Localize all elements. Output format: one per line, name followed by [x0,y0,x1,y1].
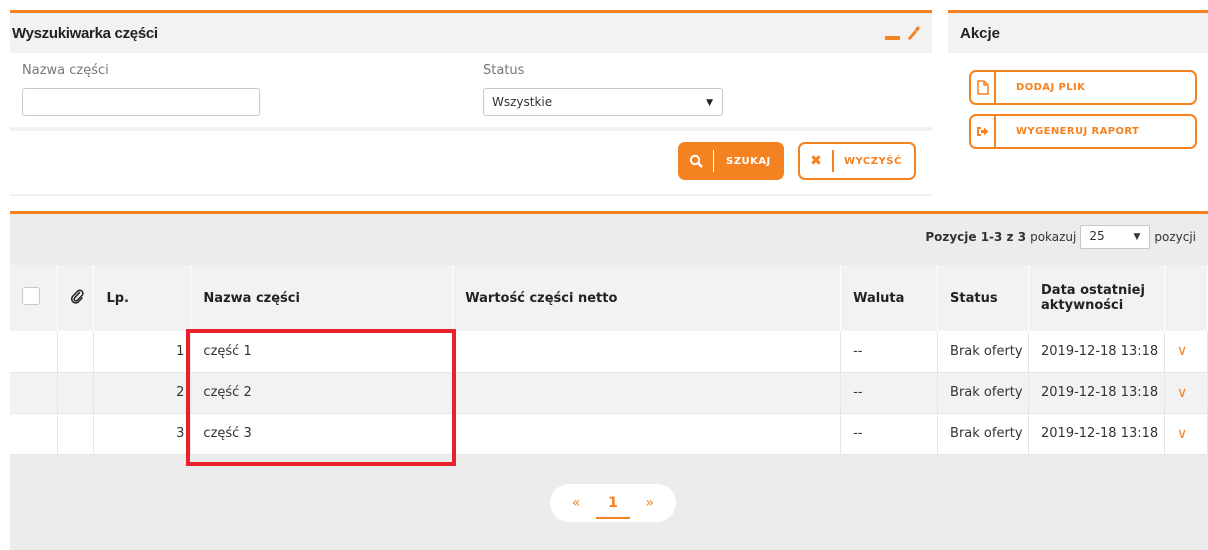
row-name: część 3 [190,413,454,455]
next-page-link[interactable]: » [646,495,655,511]
chevron-down-icon[interactable]: ∨ [1177,343,1187,359]
row-name: część 1 [190,331,454,373]
col-currency[interactable]: Waluta [840,265,939,331]
results-toolbar: Pozycje 1-3 z 3 pokazuj 25 ▼ pozycji [10,214,1208,262]
page-size-select[interactable]: 25 ▼ [1080,225,1151,249]
row-select-cell [10,331,59,373]
search-panel: Wyszukiwarka części Nazwa części Status … [10,10,932,196]
search-buttons: SZUKAJ ✖ WYCZYŚĆ [10,131,932,194]
status-field-label: Status [483,63,525,78]
actions-header: Akcje [948,13,1208,53]
row-value [452,413,842,455]
row-select-cell [10,413,59,455]
row-last-activity: 2019-12-18 13:18 [1028,413,1165,455]
current-page[interactable]: 1 [596,495,630,519]
caret-down-icon: ▼ [706,98,713,108]
search-fields: Nazwa części Status Wszystkie ▼ [10,53,932,127]
select-all-checkbox[interactable] [22,287,40,305]
col-last-activity[interactable]: Data ostatniej aktywności [1028,265,1165,331]
row-lp: 2 [93,372,192,414]
col-name[interactable]: Nazwa części [190,265,454,331]
show-label: pokazuj [1030,230,1077,244]
row-currency: -- [840,331,939,373]
select-all-cell [10,265,59,331]
add-file-button[interactable]: DODAJ PLIK [969,70,1197,105]
row-expand[interactable]: ∨ [1164,331,1208,373]
row-expand[interactable]: ∨ [1164,413,1208,455]
row-attachment-cell [57,372,95,414]
row-currency: -- [840,372,939,414]
name-field-label: Nazwa części [22,63,109,78]
clear-button-label: WYCZYŚĆ [844,155,902,167]
row-status: Brak oferty [937,413,1029,455]
results-range: Pozycje 1-3 z 3 [925,230,1027,244]
chevron-down-icon[interactable]: ∨ [1177,385,1187,401]
minimize-icon[interactable] [885,36,900,40]
row-attachment-cell [57,331,95,373]
wrench-icon[interactable] [906,25,920,41]
table-row[interactable]: 1 część 1 -- Brak oferty 2019-12-18 13:1… [10,331,1208,373]
generate-report-button[interactable]: WYGENERUJ RAPORT [969,114,1197,149]
row-status: Brak oferty [937,331,1029,373]
actions-panel: Akcje DODAJ PLIK WYGENERUJ RAPORT [948,10,1208,160]
col-lp[interactable]: Lp. [93,265,192,331]
row-expand[interactable]: ∨ [1164,372,1208,414]
col-status[interactable]: Status [937,265,1029,331]
search-panel-header: Wyszukiwarka części [10,13,932,53]
file-icon [971,71,996,104]
row-last-activity: 2019-12-18 13:18 [1028,331,1165,373]
row-lp: 3 [93,413,192,455]
row-last-activity: 2019-12-18 13:18 [1028,372,1165,414]
export-icon [971,115,996,148]
table-row[interactable]: 3 część 3 -- Brak oferty 2019-12-18 13:1… [10,413,1208,455]
search-panel-title: Wyszukiwarka części [12,24,158,42]
close-icon: ✖ [800,150,834,172]
actions-title: Akcje [960,24,1001,42]
search-icon [678,150,714,172]
clear-button[interactable]: ✖ WYCZYŚĆ [798,142,916,180]
table-row[interactable]: 2 część 2 -- Brak oferty 2019-12-18 13:1… [10,372,1208,414]
pagination: « 1 » [550,484,676,522]
table-header-row: Lp. Nazwa części Wartość części netto Wa… [10,265,1208,331]
caret-down-icon: ▼ [1133,232,1141,242]
items-label: pozycji [1154,230,1196,244]
add-file-label: DODAJ PLIK [1016,82,1086,93]
generate-report-label: WYGENERUJ RAPORT [1016,126,1140,137]
col-value[interactable]: Wartość części netto [452,265,842,331]
row-status: Brak oferty [937,372,1029,414]
row-lp: 1 [93,331,192,373]
row-value [452,372,842,414]
pager-info: Pozycje 1-3 z 3 pokazuj 25 ▼ pozycji [925,225,1196,249]
status-select-value: Wszystkie [492,95,553,109]
row-name: część 2 [190,372,454,414]
chevron-down-icon[interactable]: ∨ [1177,426,1187,442]
row-attachment-cell [57,413,95,455]
search-button[interactable]: SZUKAJ [678,142,784,180]
panel-tools [885,25,920,41]
page-size-value: 25 [1089,229,1105,243]
row-select-cell [10,372,59,414]
name-input[interactable] [22,88,260,116]
row-value [452,331,842,373]
search-button-label: SZUKAJ [726,155,771,167]
col-actions [1164,265,1208,331]
paperclip-icon [71,289,85,304]
status-select[interactable]: Wszystkie ▼ [483,88,723,116]
attachment-header [57,265,95,331]
row-currency: -- [840,413,939,455]
prev-page-link[interactable]: « [572,495,581,511]
parts-table: Lp. Nazwa części Wartość części netto Wa… [10,265,1208,455]
